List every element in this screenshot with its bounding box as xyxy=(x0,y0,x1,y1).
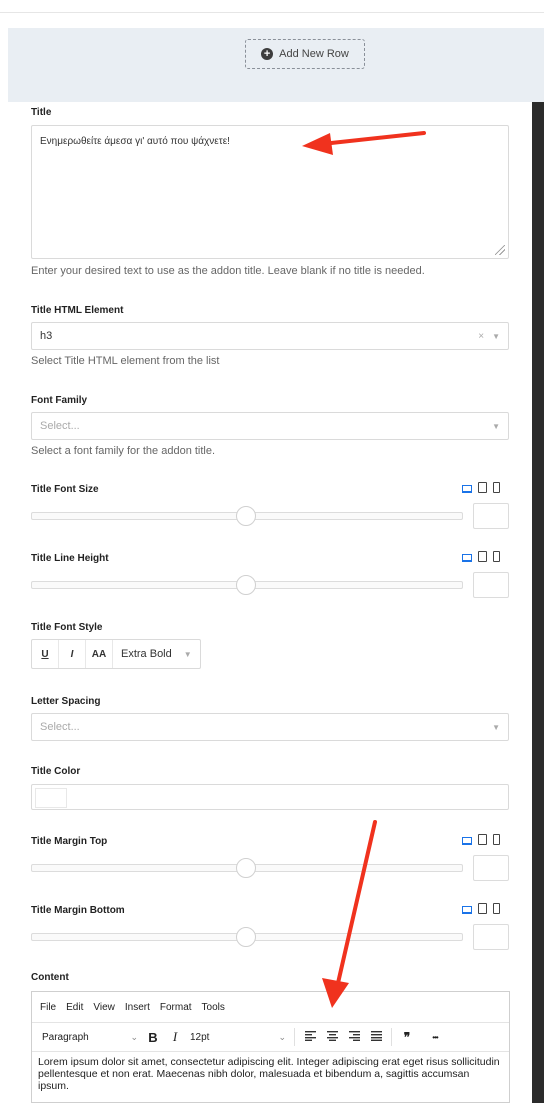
font-size-select[interactable]: 12pt ⌄ xyxy=(186,1032,290,1043)
editor-menubar: File Edit View Insert Format Tools xyxy=(32,992,509,1023)
title-margin-bottom-slider-handle[interactable] xyxy=(236,927,256,947)
clear-icon[interactable]: × xyxy=(478,331,484,342)
title-textarea[interactable]: Ενημερωθείτε άμεσα γι' αυτό που ψάχνετε! xyxy=(31,125,509,259)
underline-button[interactable]: U xyxy=(32,640,59,668)
title-color-label: Title Color xyxy=(31,766,81,777)
responsive-device-switcher xyxy=(462,903,500,914)
title-value: Ενημερωθείτε άμεσα γι' αυτό που ψάχνετε! xyxy=(40,136,230,147)
chevron-down-icon: ▼ xyxy=(492,722,500,732)
menu-edit[interactable]: Edit xyxy=(66,1002,83,1013)
italic-button[interactable]: I xyxy=(164,1029,186,1045)
responsive-device-switcher xyxy=(462,551,500,562)
letter-spacing-placeholder: Select... xyxy=(40,721,80,733)
title-margin-top-label: Title Margin Top xyxy=(31,836,108,847)
title-color-field[interactable] xyxy=(31,784,509,810)
editor-content[interactable]: Lorem ipsum dolor sit amet, consectetur … xyxy=(32,1052,509,1096)
plus-circle-icon: + xyxy=(261,48,274,60)
rich-text-editor: File Edit View Insert Format Tools Parag… xyxy=(31,991,510,1103)
add-new-row-label: Add New Row xyxy=(279,48,349,60)
tablet-icon[interactable] xyxy=(478,482,487,493)
chevron-down-icon: ▼ xyxy=(492,421,500,431)
chevron-down-icon: ▼ xyxy=(492,331,500,341)
title-line-height-slider-handle[interactable] xyxy=(236,575,256,595)
title-html-element-help: Select Title HTML element from the list xyxy=(31,355,220,367)
annotation-arrow-icon xyxy=(302,131,426,155)
desktop-icon[interactable] xyxy=(462,485,472,493)
title-font-size-input[interactable] xyxy=(473,503,509,529)
desktop-icon[interactable] xyxy=(462,906,472,914)
title-line-height-label: Title Line Height xyxy=(31,553,109,564)
menu-tools[interactable]: Tools xyxy=(202,1002,225,1013)
align-center-icon[interactable] xyxy=(321,1030,343,1044)
mobile-icon[interactable] xyxy=(493,551,500,562)
title-color-swatch[interactable] xyxy=(35,788,67,808)
uppercase-button[interactable]: AA xyxy=(86,640,113,668)
resize-handle-icon[interactable] xyxy=(495,245,505,255)
scrollbar[interactable] xyxy=(532,102,544,1103)
align-left-icon[interactable] xyxy=(299,1030,321,1044)
bold-button[interactable]: B xyxy=(142,1030,164,1045)
title-label: Title xyxy=(31,107,52,118)
mobile-icon[interactable] xyxy=(493,834,500,845)
title-html-element-value: h3 xyxy=(40,330,53,342)
title-help: Enter your desired text to use as the ad… xyxy=(31,265,425,277)
title-font-size-slider-handle[interactable] xyxy=(236,506,256,526)
title-font-style-label: Title Font Style xyxy=(31,622,103,633)
blockquote-icon[interactable]: ❞ xyxy=(396,1030,418,1044)
tablet-icon[interactable] xyxy=(478,551,487,562)
font-family-label: Font Family xyxy=(31,395,88,406)
desktop-icon[interactable] xyxy=(462,554,472,562)
menu-insert[interactable]: Insert xyxy=(125,1002,150,1013)
font-weight-value: Extra Bold xyxy=(121,648,172,660)
block-format-select[interactable]: Paragraph ⌄ xyxy=(38,1032,142,1043)
annotation-arrow-icon xyxy=(322,820,377,1008)
editor-toolbar: Paragraph ⌄ B I 12pt ⌄ ❞ ••• xyxy=(32,1023,509,1052)
title-margin-bottom-label: Title Margin Bottom xyxy=(31,905,125,916)
tablet-icon[interactable] xyxy=(478,834,487,845)
align-right-icon[interactable] xyxy=(343,1030,365,1044)
font-size-value: 12pt xyxy=(190,1031,210,1043)
title-font-size-label: Title Font Size xyxy=(31,484,99,495)
mobile-icon[interactable] xyxy=(493,903,500,914)
tablet-icon[interactable] xyxy=(478,903,487,914)
letter-spacing-select[interactable]: Select... ▼ xyxy=(31,713,509,741)
menu-file[interactable]: File xyxy=(40,1002,56,1013)
font-weight-select[interactable]: Extra Bold ▼ xyxy=(113,640,200,668)
more-options-icon[interactable]: ••• xyxy=(424,1033,446,1042)
responsive-device-switcher xyxy=(462,482,500,493)
title-margin-bottom-input[interactable] xyxy=(473,924,509,950)
chevron-down-icon: ▼ xyxy=(183,649,192,659)
top-bar xyxy=(0,0,544,13)
title-html-element-label: Title HTML Element xyxy=(31,305,124,316)
menu-format[interactable]: Format xyxy=(160,1002,192,1013)
title-margin-top-slider-handle[interactable] xyxy=(236,858,256,878)
content-label: Content xyxy=(31,972,69,983)
chevron-down-icon: ⌄ xyxy=(278,1031,286,1042)
font-family-placeholder: Select... xyxy=(40,420,80,432)
title-line-height-input[interactable] xyxy=(473,572,509,598)
chevron-down-icon: ⌄ xyxy=(130,1031,138,1042)
toolbar-divider xyxy=(294,1028,295,1046)
title-html-element-select[interactable]: h3 × ▼ xyxy=(31,322,509,350)
block-format-value: Paragraph xyxy=(42,1031,89,1043)
toolbar-divider xyxy=(391,1028,392,1046)
mobile-icon[interactable] xyxy=(493,482,500,493)
letter-spacing-label: Letter Spacing xyxy=(31,696,101,707)
font-family-select[interactable]: Select... ▼ xyxy=(31,412,509,440)
font-style-controls: U I AA Extra Bold ▼ xyxy=(31,639,201,669)
menu-view[interactable]: View xyxy=(93,1002,115,1013)
builder-row-area: + Add New Row xyxy=(8,28,544,102)
font-family-help: Select a font family for the addon title… xyxy=(31,445,216,457)
desktop-icon[interactable] xyxy=(462,837,472,845)
add-new-row-button[interactable]: + Add New Row xyxy=(245,39,365,69)
responsive-device-switcher xyxy=(462,834,500,845)
title-margin-top-input[interactable] xyxy=(473,855,509,881)
italic-button[interactable]: I xyxy=(59,640,86,668)
align-justify-icon[interactable] xyxy=(365,1030,387,1044)
